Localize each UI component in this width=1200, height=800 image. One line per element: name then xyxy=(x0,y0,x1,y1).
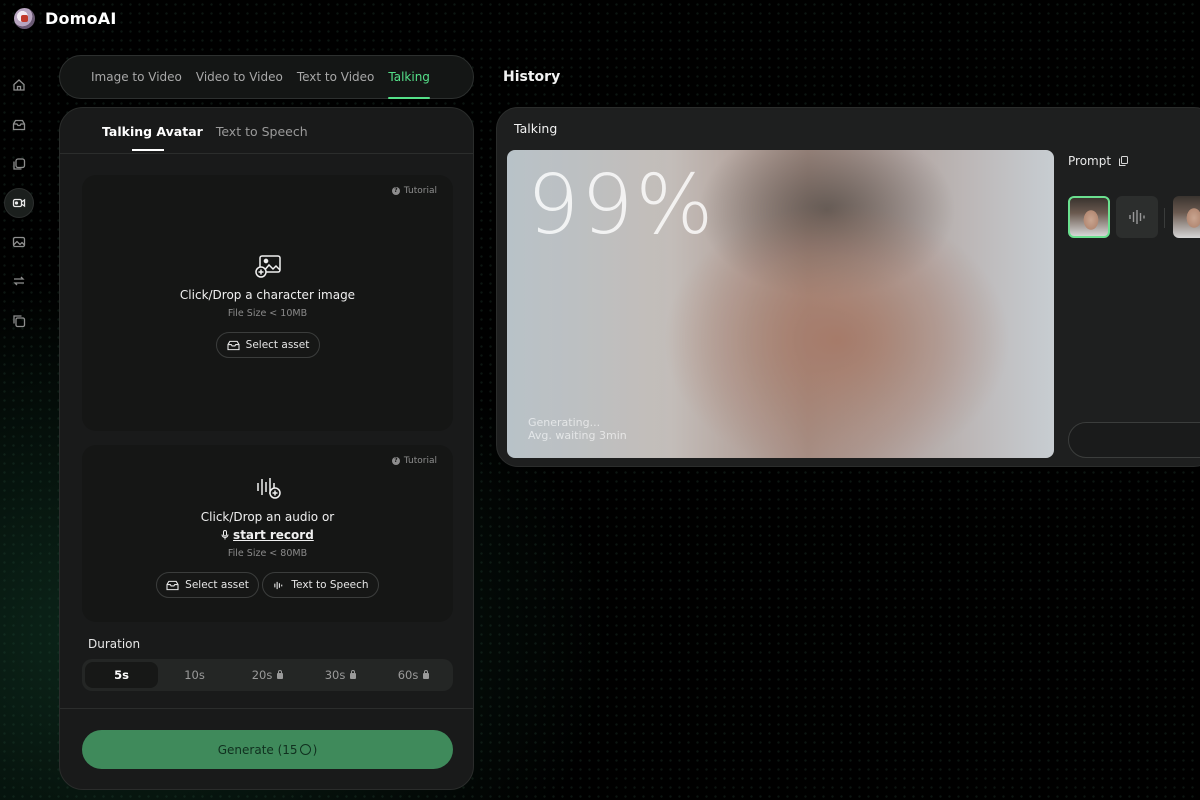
lock-icon xyxy=(277,670,284,679)
assets-icon xyxy=(166,580,179,590)
tab-image-to-video[interactable]: Image to Video xyxy=(91,55,182,99)
divider xyxy=(60,708,473,709)
duration-20s[interactable]: 20s xyxy=(231,662,304,688)
app-name: DomoAI xyxy=(45,9,117,28)
microphone-icon xyxy=(221,530,229,540)
result-thumbnail[interactable] xyxy=(1173,196,1200,238)
duration-10s[interactable]: 10s xyxy=(158,662,231,688)
history-card-type: Talking xyxy=(514,121,558,136)
tutorial-link[interactable]: ? Tutorial xyxy=(391,186,437,196)
app-logo[interactable]: DomoAI xyxy=(14,8,116,29)
audio-file-size: File Size < 80MB xyxy=(227,548,308,559)
video-icon[interactable] xyxy=(4,188,34,218)
waveform-icon xyxy=(1129,210,1145,224)
mode-tabs: Image to Video Video to Video Text to Vi… xyxy=(59,55,474,99)
lock-icon xyxy=(423,670,430,679)
logo-icon xyxy=(14,8,35,29)
credit-icon xyxy=(299,744,311,755)
generate-button[interactable]: Generate (15 ) xyxy=(82,730,453,769)
audio-drop-zone[interactable]: ? Tutorial Click/Drop an audio or start … xyxy=(82,445,453,622)
add-image-icon xyxy=(254,255,281,278)
tab-talking[interactable]: Talking xyxy=(388,55,430,99)
talking-panel: Talking Avatar Text to Speech ? Tutorial… xyxy=(59,107,474,790)
prompt-section: Prompt xyxy=(1068,154,1129,168)
assets-icon xyxy=(227,340,240,350)
tutorial-label: Tutorial xyxy=(403,186,437,196)
generate-label: Generate (15 xyxy=(217,742,298,757)
help-icon: ? xyxy=(391,187,400,195)
home-icon[interactable] xyxy=(4,70,34,100)
duration-label-30s: 30s xyxy=(324,668,346,682)
history-card[interactable]: Talking 99% Generating... Avg. waiting 3… xyxy=(496,107,1200,467)
tutorial-label: Tutorial xyxy=(403,456,437,466)
generation-preview[interactable]: 99% Generating... Avg. waiting 3min xyxy=(507,150,1054,458)
history-title: History xyxy=(503,69,561,85)
select-asset-label: Select asset xyxy=(245,339,310,351)
duration-selector: 5s 10s 20s 30s 60s xyxy=(82,659,453,691)
image-drop-zone[interactable]: ? Tutorial Click/Drop a character image … xyxy=(82,175,453,431)
tab-text-to-video[interactable]: Text to Video xyxy=(297,55,375,99)
divider xyxy=(60,153,473,154)
duration-label-10s: 10s xyxy=(184,668,205,682)
add-audio-icon xyxy=(256,478,281,499)
generate-label-end: ) xyxy=(312,742,318,757)
copy-icon[interactable] xyxy=(1119,156,1129,166)
duration-label-20s: 20s xyxy=(251,668,273,682)
assets-icon[interactable] xyxy=(4,110,34,140)
select-audio-asset-button[interactable]: Select asset xyxy=(156,572,259,598)
text-to-speech-label: Text to Speech xyxy=(291,579,369,591)
generating-status: Generating... xyxy=(528,416,601,429)
image-file-size: File Size < 10MB xyxy=(227,308,308,319)
duration-60s[interactable]: 60s xyxy=(377,662,450,688)
tab-talking-avatar[interactable]: Talking Avatar xyxy=(102,124,203,151)
waveform-icon xyxy=(274,581,283,589)
progress-percent: 99% xyxy=(527,158,716,253)
duration-label-60s: 60s xyxy=(397,668,419,682)
audio-thumbnail[interactable] xyxy=(1116,196,1158,238)
stack-icon[interactable] xyxy=(4,306,34,336)
convert-icon[interactable] xyxy=(4,266,34,296)
duration-label: Duration xyxy=(88,637,141,651)
duration-5s[interactable]: 5s xyxy=(85,662,158,688)
waiting-time: Avg. waiting 3min xyxy=(528,429,627,442)
duration-label-5s: 5s xyxy=(114,668,129,682)
start-record-label: start record xyxy=(233,528,314,542)
text-to-speech-button[interactable]: Text to Speech xyxy=(262,572,379,598)
character-thumbnail[interactable] xyxy=(1068,196,1110,238)
tab-text-to-speech[interactable]: Text to Speech xyxy=(216,124,308,151)
image-drop-title: Click/Drop a character image xyxy=(179,288,356,302)
prompt-label: Prompt xyxy=(1068,154,1112,168)
image-icon[interactable] xyxy=(4,227,34,257)
tab-video-to-video[interactable]: Video to Video xyxy=(196,55,283,99)
audio-drop-title: Click/Drop an audio or xyxy=(200,510,335,524)
sub-tabs: Talking Avatar Text to Speech xyxy=(102,124,321,151)
start-record-link[interactable]: start record xyxy=(82,528,453,542)
select-asset-label: Select asset xyxy=(185,579,249,591)
help-icon: ? xyxy=(391,457,400,465)
select-image-asset-button[interactable]: Select asset xyxy=(216,332,320,358)
duration-30s[interactable]: 30s xyxy=(304,662,377,688)
tutorial-link[interactable]: ? Tutorial xyxy=(391,456,437,466)
prompt-input[interactable] xyxy=(1068,422,1200,458)
gallery-icon[interactable] xyxy=(4,149,34,179)
thumbnail-separator xyxy=(1164,208,1165,228)
lock-icon xyxy=(350,670,357,679)
